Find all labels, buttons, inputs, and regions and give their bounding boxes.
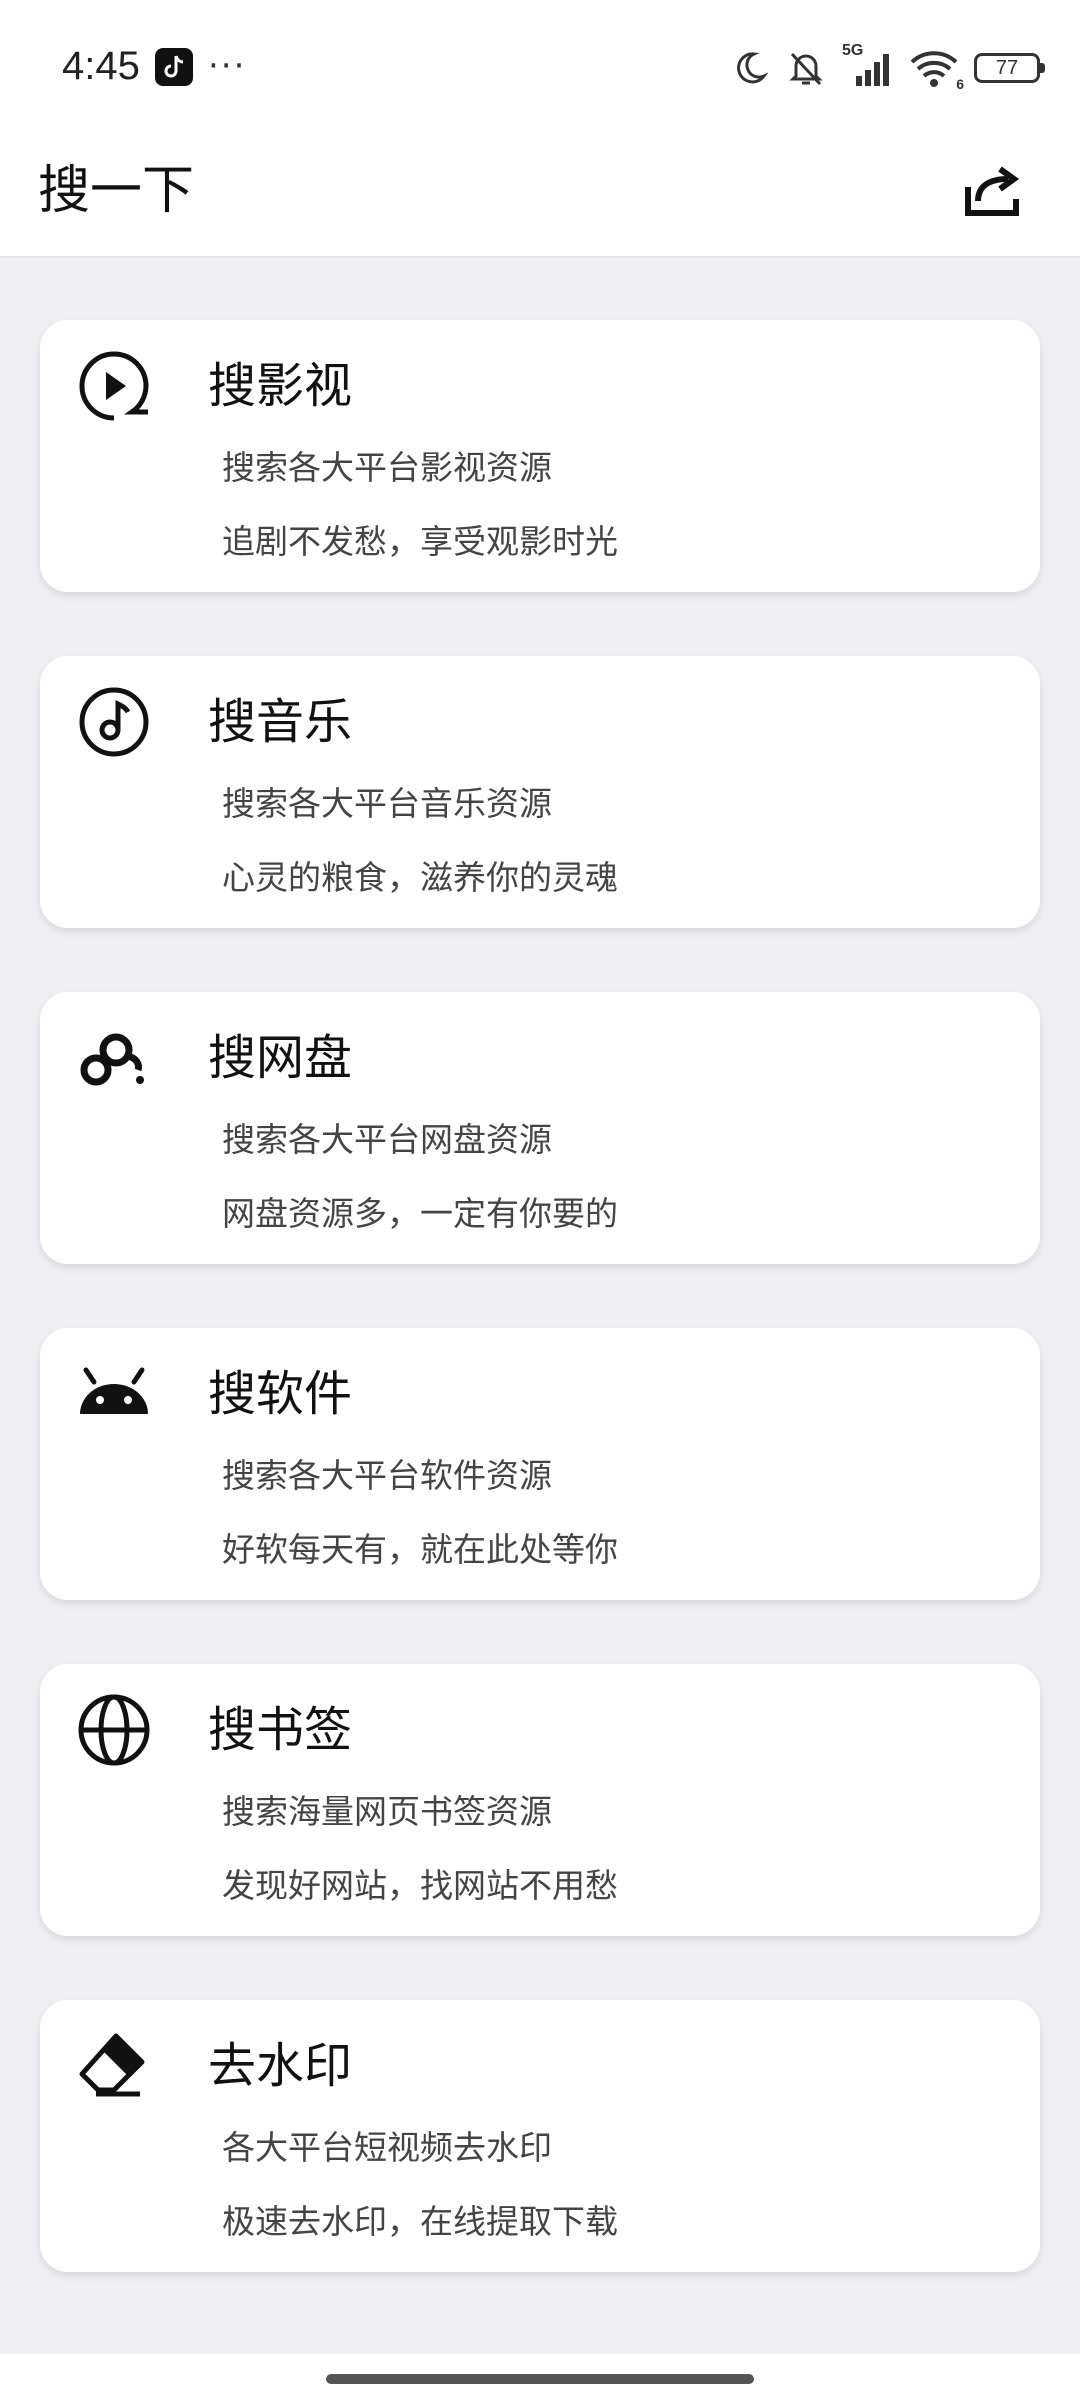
tiktok-icon — [155, 48, 193, 86]
eraser-icon — [76, 2028, 152, 2104]
card-description: 搜索各大平台音乐资源 — [222, 784, 552, 823]
status-time: 4:45 — [62, 44, 140, 88]
wifi-badge: 6 — [956, 76, 964, 92]
gesture-area — [0, 2354, 1080, 2400]
card-description: 搜索各大平台软件资源 — [222, 1456, 552, 1495]
card-search-netdisk[interactable]: 搜网盘 搜索各大平台网盘资源 网盘资源多，一定有你要的 — [40, 992, 1040, 1264]
card-title: 搜音乐 — [208, 694, 353, 750]
status-icons: 5G 6 77 — [730, 40, 1045, 96]
card-search-software[interactable]: 搜软件 搜索各大平台软件资源 好软每天有，就在此处等你 — [40, 1328, 1040, 1600]
moon-icon — [730, 48, 770, 88]
card-title: 搜书签 — [208, 1702, 353, 1758]
gesture-bar[interactable] — [326, 2374, 754, 2384]
card-search-video[interactable]: 搜影视 搜索各大平台影视资源 追剧不发愁，享受观影时光 — [40, 320, 1040, 592]
globe-icon — [76, 1692, 152, 1768]
card-tagline: 好软每天有，就在此处等你 — [222, 1530, 618, 1569]
card-tagline: 网盘资源多，一定有你要的 — [222, 1194, 618, 1233]
card-tagline: 追剧不发愁，享受观影时光 — [222, 522, 618, 561]
card-title: 搜影视 — [208, 358, 353, 414]
card-tagline: 极速去水印，在线提取下载 — [222, 2202, 618, 2241]
card-title: 去水印 — [208, 2038, 353, 2094]
card-search-music[interactable]: 搜音乐 搜索各大平台音乐资源 心灵的粮食，滋养你的灵魂 — [40, 656, 1040, 928]
mute-bell-icon — [784, 46, 828, 90]
card-tagline: 心灵的粮食，滋养你的灵魂 — [222, 858, 618, 897]
card-search-bookmark[interactable]: 搜书签 搜索海量网页书签资源 发现好网站，找网站不用愁 — [40, 1664, 1040, 1936]
card-list: 搜影视 搜索各大平台影视资源 追剧不发愁，享受观影时光 搜音乐 搜索各大平台音乐… — [40, 320, 1040, 2336]
music-note-icon — [76, 684, 152, 760]
app-bar: 搜一下 — [0, 125, 1080, 258]
card-description: 搜索各大平台网盘资源 — [222, 1120, 552, 1159]
share-button[interactable] — [942, 141, 1042, 241]
card-description: 各大平台短视频去水印 — [222, 2128, 552, 2167]
card-description: 搜索各大平台影视资源 — [222, 448, 552, 487]
battery-icon: 77 — [974, 53, 1045, 83]
page-title: 搜一下 — [38, 161, 195, 221]
more-dots-icon: ··· — [208, 46, 247, 86]
wifi-icon: 6 — [908, 46, 964, 92]
card-remove-watermark[interactable]: 去水印 各大平台短视频去水印 极速去水印，在线提取下载 — [40, 2000, 1040, 2272]
card-title: 搜软件 — [208, 1366, 353, 1422]
android-icon — [76, 1356, 152, 1432]
status-bar: 4:45 ··· 5G 6 77 — [0, 0, 1080, 125]
card-title: 搜网盘 — [208, 1030, 353, 1086]
play-circle-icon — [76, 348, 152, 424]
card-description: 搜索海量网页书签资源 — [222, 1792, 552, 1831]
netdisk-cloud-icon — [76, 1020, 152, 1096]
card-tagline: 发现好网站，找网站不用愁 — [222, 1866, 618, 1905]
share-icon — [960, 157, 1024, 225]
signal-icon: 5G — [842, 42, 894, 90]
